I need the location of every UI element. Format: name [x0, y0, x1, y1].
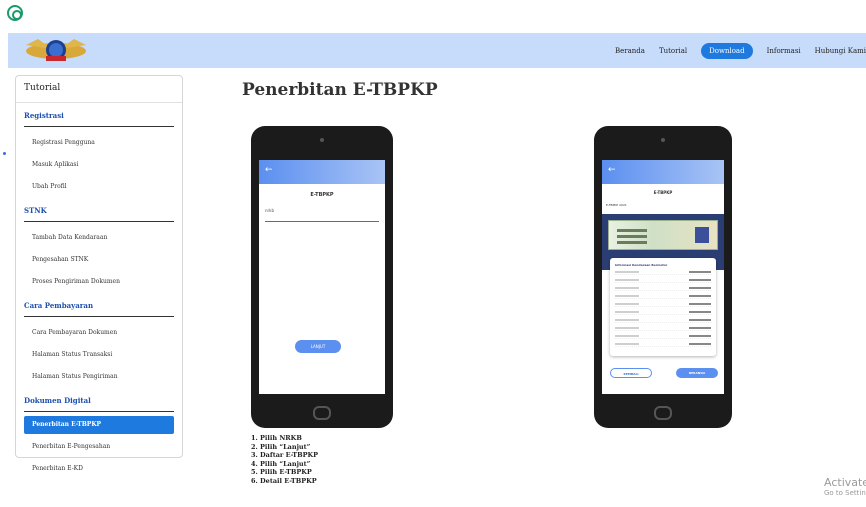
vehicle-info-card: Informasi Kendaraan Bermotor: [610, 258, 716, 356]
info-row: [615, 325, 711, 331]
app-circle-icon: [7, 5, 23, 21]
tbpkp-document-image: [608, 220, 718, 250]
watermark-line1: Activate Windows: [824, 476, 866, 489]
page-title: Penerbitan E-TBPKP: [242, 80, 438, 100]
step-item: 2. Pilih “Lanjut”: [251, 442, 311, 451]
nav-hubungi-kami[interactable]: Hubungi Kami: [815, 47, 866, 55]
home-button-icon: [313, 406, 331, 420]
info-row: [615, 333, 711, 339]
tutorial-sidebar: Tutorial Registrasi Registrasi Pengguna …: [15, 75, 183, 472]
info-row: [615, 301, 711, 307]
sidebar-item-cara-pembayaran-dokumen[interactable]: Cara Pembayaran Dokumen: [24, 322, 174, 344]
phone-mockup-nrkb: ← E-TBPKP nrkb LANJUT: [251, 126, 393, 428]
home-button-icon: [654, 406, 672, 420]
lanjut-button: LANJUT: [295, 340, 341, 353]
phone-speaker: [320, 138, 324, 142]
beranda-button: BERANDA: [676, 368, 718, 378]
nav-download[interactable]: Download: [701, 42, 753, 59]
section-stnk: STNK: [24, 206, 174, 222]
section-dokumen-digital: Dokumen Digital: [24, 396, 174, 412]
nav-informasi[interactable]: Informasi: [767, 47, 801, 55]
watermark-line2: Go to Settings to activate Windows.: [824, 489, 866, 497]
activation-watermark: Activate Windows Go to Settings to activ…: [824, 476, 866, 507]
sidebar-item-pengesahan-stnk[interactable]: Pengesahan STNK: [24, 249, 174, 271]
kembali-button: KEMBALI: [610, 368, 652, 378]
step-item: 3. Daftar E-TBPKP: [251, 451, 319, 460]
step-item: 6. Detail E-TBPKP: [251, 476, 317, 485]
step-item: 4. Pilih “Lanjut”: [251, 459, 311, 468]
document-subtitle: E-TBPKP 2021: [606, 203, 627, 207]
info-row: [615, 341, 711, 347]
nav-tutorial[interactable]: Tutorial: [659, 47, 687, 55]
sidebar-item-proses-pengiriman[interactable]: Proses Pengiriman Dokumen: [24, 271, 174, 293]
nrkb-field-label: nrkb: [265, 208, 275, 213]
section-registrasi: Registrasi: [24, 111, 174, 127]
sidebar-item-tambah-data-kendaraan[interactable]: Tambah Data Kendaraan: [24, 227, 174, 249]
phone-speaker: [661, 138, 665, 142]
sidebar-item-status-pengiriman[interactable]: Halaman Status Pengiriman: [24, 366, 174, 388]
arrow-left-icon: ←: [265, 165, 273, 175]
logo-emblem-icon[interactable]: [24, 35, 88, 66]
app-title: E-TBPKP: [653, 190, 673, 195]
sidebar-item-penerbitan-e-tbpkp[interactable]: Penerbitan E-TBPKP: [24, 416, 174, 434]
arrow-left-icon: ←: [608, 165, 616, 175]
info-row: [615, 317, 711, 323]
app-title: E-TBPKP: [310, 192, 334, 198]
info-row: [615, 309, 711, 315]
nrkb-input: [265, 221, 379, 222]
phone-screen: ← E-TBPKP nrkb LANJUT: [259, 160, 385, 394]
info-row: [615, 293, 711, 299]
nav-beranda[interactable]: Beranda: [615, 47, 645, 55]
bullet-dot-icon: [3, 152, 6, 155]
sidebar-item-registrasi-pengguna[interactable]: Registrasi Pengguna: [24, 132, 174, 154]
sidebar-item-status-transaksi[interactable]: Halaman Status Transaksi: [24, 344, 174, 366]
section-cara-pembayaran: Cara Pembayaran: [24, 301, 174, 317]
phone-mockup-detail: ← E-TBPKP E-TBPKP 2021 Informasi Kendara…: [594, 126, 732, 428]
step-item: 1. Pilih NRKB: [251, 434, 302, 442]
info-row: [615, 269, 711, 275]
steps-list: 1. Pilih NRKB 2. Pilih “Lanjut” 3. Dafta…: [251, 434, 318, 486]
sidebar-item-masuk-aplikasi[interactable]: Masuk Aplikasi: [24, 154, 174, 176]
sidebar-item-ubah-profil[interactable]: Ubah Profil: [24, 176, 174, 198]
sidebar-item-penerbitan-e-pengesahan[interactable]: Penerbitan E-Pengesahan: [24, 436, 174, 458]
info-card-title: Informasi Kendaraan Bermotor: [615, 263, 668, 267]
info-row: [615, 285, 711, 291]
top-navbar: Beranda Tutorial Download Informasi Hubu…: [8, 33, 866, 68]
main-nav: Beranda Tutorial Download Informasi Hubu…: [615, 33, 866, 68]
info-row: [615, 277, 711, 283]
app-bar: ←: [602, 160, 724, 184]
step-item: 5. Pilih E-TBPKP: [251, 468, 312, 477]
sidebar-title: Tutorial: [16, 76, 182, 103]
sidebar-item-penerbitan-e-kd[interactable]: Penerbitan E-KD: [24, 458, 174, 480]
phone-screen: ← E-TBPKP E-TBPKP 2021 Informasi Kendara…: [602, 160, 724, 394]
app-bar: ←: [259, 160, 385, 184]
